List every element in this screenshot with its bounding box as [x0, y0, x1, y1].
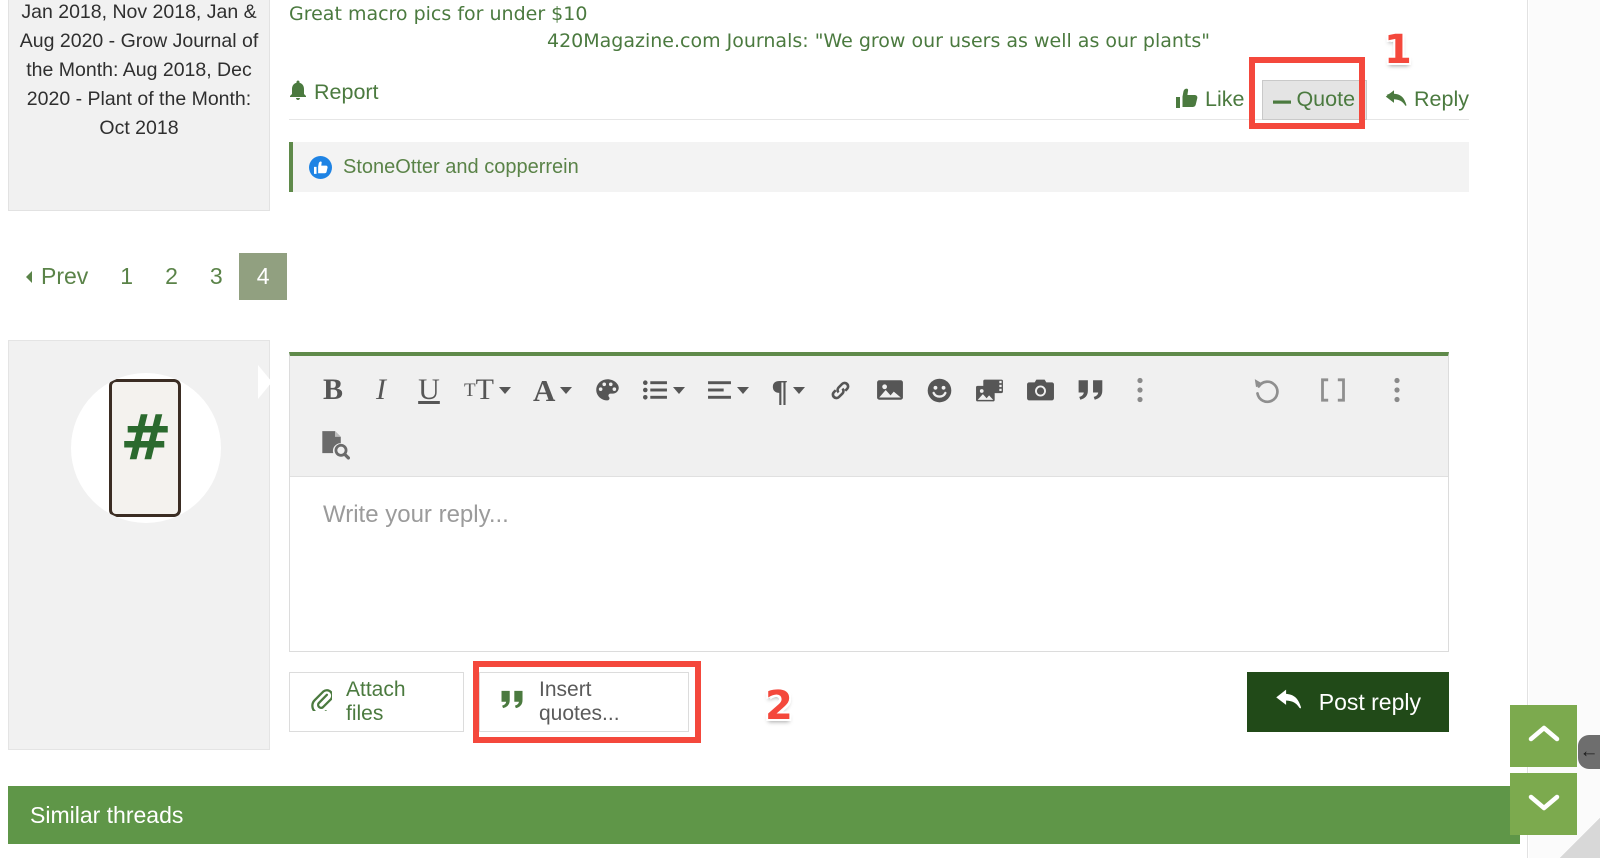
- chevron-up-icon: [1527, 723, 1561, 750]
- bbcode-icon[interactable]: [1318, 373, 1348, 407]
- pagination-page-4-active[interactable]: 4: [238, 253, 288, 300]
- font-size-icon[interactable]: TT: [464, 373, 511, 407]
- like-button[interactable]: Like: [1176, 88, 1244, 113]
- quote-marks-icon: [500, 689, 525, 716]
- pagination-page-3[interactable]: 3: [194, 255, 239, 298]
- annotation-badge-2: 2: [765, 683, 793, 729]
- post-action-row: Report Like Quote Reply: [289, 72, 1469, 120]
- pagination-page-1[interactable]: 1: [104, 255, 149, 298]
- screen-root: Jan 2018, Nov 2018, Jan & Aug 2020 - Gro…: [0, 0, 1600, 858]
- editor-toolbar-row-2: [320, 418, 1438, 472]
- post-reply-button[interactable]: Post reply: [1246, 672, 1449, 732]
- signature-line-2: 420Magazine.com Journals: "We grow our u…: [547, 30, 1211, 52]
- paperclip-icon: [310, 687, 334, 717]
- page-content-column: Jan 2018, Nov 2018, Jan & Aug 2020 - Gro…: [0, 0, 1528, 858]
- reply-button[interactable]: Reply: [1385, 88, 1469, 113]
- avatar-image: #: [71, 373, 221, 523]
- post-main-area: Great macro pics for under $10 420Magazi…: [270, 0, 1520, 213]
- similar-threads-header: Similar threads: [8, 786, 1520, 844]
- minus-icon: [1272, 87, 1292, 112]
- reply-placeholder: Write your reply...: [323, 501, 509, 528]
- pagination-prev-label: Prev: [41, 263, 89, 289]
- thumbs-up-icon: [1176, 88, 1198, 113]
- post-reactions-bar[interactable]: StoneOtter and copperrein: [289, 142, 1469, 192]
- toolbar-overflow-icon[interactable]: [1384, 373, 1410, 407]
- link-icon[interactable]: [827, 373, 854, 407]
- post-reply-label: Post reply: [1318, 688, 1421, 715]
- bullet-list-icon[interactable]: [643, 373, 685, 407]
- image-icon[interactable]: [876, 373, 904, 407]
- bell-icon: [289, 80, 307, 105]
- more-options-icon[interactable]: [1127, 373, 1153, 407]
- report-label: Report: [314, 79, 379, 104]
- reaction-user-names[interactable]: StoneOtter and copperrein: [343, 156, 579, 179]
- attach-files-button[interactable]: Attach files: [289, 672, 464, 732]
- hashtag-icon: #: [120, 401, 172, 474]
- editor-toolbar-right-group: [1217, 373, 1410, 407]
- paragraph-icon[interactable]: ¶: [771, 373, 805, 407]
- post-signature: Great macro pics for under $10 420Magazi…: [270, 0, 1520, 55]
- reply-label: Reply: [1414, 87, 1469, 112]
- insert-quotes-button[interactable]: Insert quotes...: [479, 672, 689, 732]
- text-color-palette-icon[interactable]: [594, 373, 621, 407]
- resize-corner[interactable]: [1560, 818, 1600, 858]
- signature-line-1: Great macro pics for under $10: [289, 3, 588, 25]
- italic-icon[interactable]: I: [368, 373, 394, 407]
- undo-icon[interactable]: [1253, 373, 1282, 407]
- annotation-badge-1: 1: [1384, 27, 1412, 73]
- avatar[interactable]: #: [71, 373, 221, 523]
- blockquote-icon[interactable]: [1077, 373, 1105, 407]
- reply-arrow-icon: [1275, 687, 1302, 717]
- underline-icon[interactable]: U: [416, 373, 442, 407]
- quote-button[interactable]: Quote: [1262, 80, 1368, 120]
- post-action-buttons: Like Quote Reply: [1176, 80, 1469, 120]
- reply-editor: B I U TT A ¶ Write your reply...: [289, 352, 1449, 652]
- editor-toolbar-row-1: B I U TT A ¶: [320, 362, 1438, 418]
- font-family-icon[interactable]: A: [533, 373, 572, 407]
- bold-icon[interactable]: B: [320, 373, 346, 407]
- pagination-prev[interactable]: Prev: [22, 255, 104, 298]
- pagination: Prev 1 2 3 4: [22, 253, 288, 300]
- camera-icon[interactable]: [1026, 373, 1055, 407]
- preview-document-icon[interactable]: [320, 428, 350, 462]
- reply-textarea[interactable]: Write your reply...: [290, 477, 1448, 637]
- thumbs-up-icon: [309, 155, 332, 179]
- attach-files-label: Attach files: [346, 678, 406, 725]
- post-author-sidebar: Jan 2018, Nov 2018, Jan & Aug 2020 - Gro…: [8, 0, 270, 211]
- quote-label: Quote: [1296, 87, 1356, 111]
- editor-toolbar: B I U TT A ¶: [290, 356, 1448, 477]
- pagination-page-2[interactable]: 2: [149, 255, 194, 298]
- like-label: Like: [1205, 87, 1245, 112]
- post-author-accolades: Jan 2018, Nov 2018, Jan & Aug 2020 - Gro…: [19, 1, 259, 139]
- editor-button-row: Attach files Insert quotes... Post reply: [289, 672, 1449, 732]
- insert-quotes-label: Insert quotes...: [539, 678, 620, 725]
- similar-threads-label: Similar threads: [30, 801, 184, 828]
- scroll-to-top-button[interactable]: [1510, 705, 1577, 767]
- emoji-icon[interactable]: [926, 373, 953, 407]
- reply-author-sidebar: #: [8, 340, 270, 750]
- chevron-left-icon: [24, 263, 34, 290]
- report-button[interactable]: Report: [289, 80, 379, 105]
- media-gallery-icon[interactable]: [975, 373, 1004, 407]
- chevron-down-icon: [1527, 791, 1561, 818]
- edge-drag-handle[interactable]: ←: [1578, 735, 1600, 769]
- arrow-left-icon: ←: [1579, 741, 1599, 762]
- reply-arrow-icon: [1385, 88, 1407, 113]
- align-icon[interactable]: [707, 373, 749, 407]
